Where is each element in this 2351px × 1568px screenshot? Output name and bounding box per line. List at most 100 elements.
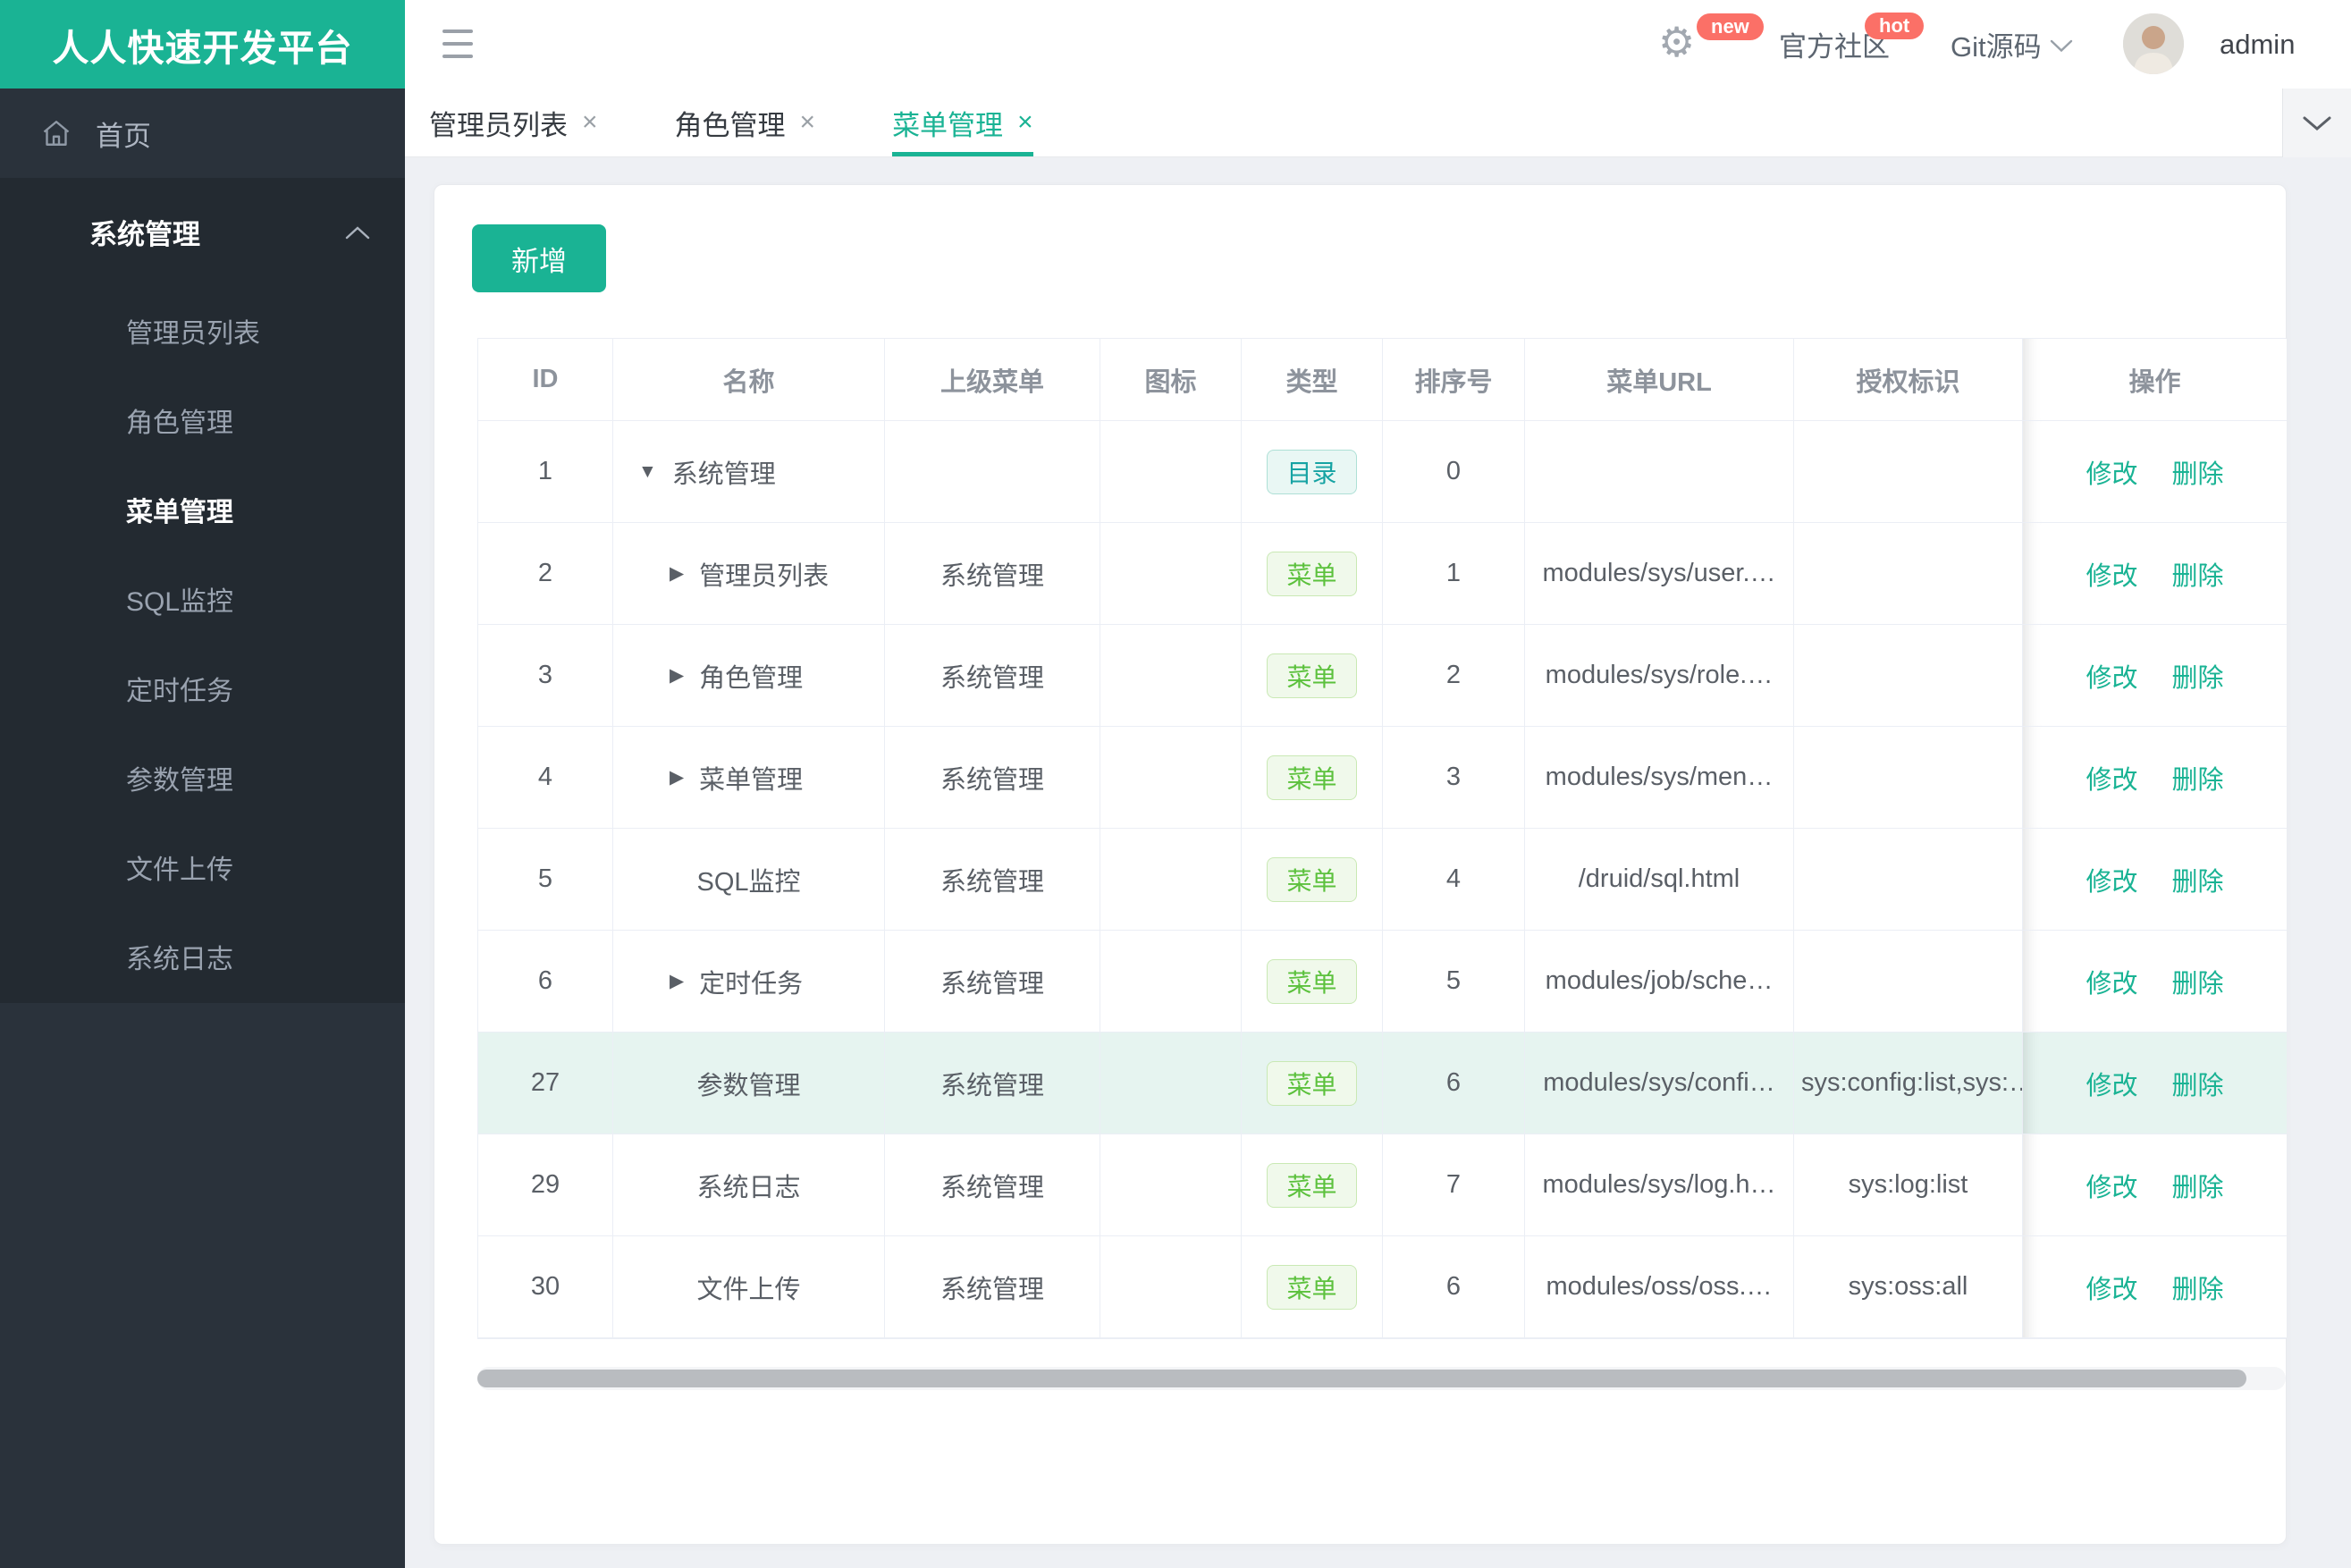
gear-icon[interactable]: ⚙ — [1658, 16, 1695, 70]
cell-url: /druid/sql.html — [1525, 829, 1794, 931]
table-header-cell: 菜单URL — [1525, 339, 1794, 421]
row-delete-link[interactable]: 删除 — [2172, 657, 2224, 695]
new-badge: new — [1697, 13, 1764, 40]
cell-id: 1 — [478, 421, 613, 523]
user-name[interactable]: admin — [2220, 0, 2295, 89]
collapse-arrow-icon[interactable]: ▼ — [638, 461, 657, 483]
cell-url: modules/sys/men… — [1525, 727, 1794, 829]
chevron-down-icon — [2050, 39, 2073, 53]
sidebar-item[interactable]: 菜单管理 — [0, 465, 405, 554]
expand-arrow-icon[interactable]: ▶ — [670, 766, 684, 788]
cell-type: 菜单 — [1242, 931, 1383, 1033]
cell-icon — [1100, 1236, 1242, 1338]
row-edit-link[interactable]: 修改 — [2086, 555, 2137, 593]
table-header-cell: 授权标识 — [1794, 339, 2023, 421]
content-card: 新增 ID 名称 上级菜单 图标 类型 排序号 菜单URL 授权标识 操作 1 ▼ 系统管理 目录 0 修改… — [434, 184, 2287, 1545]
tab-label: 菜单管理 — [892, 109, 1004, 141]
scrollbar-thumb[interactable] — [477, 1370, 2246, 1387]
menu-name-label: 菜单管理 — [699, 765, 804, 795]
menu-table: ID 名称 上级菜单 图标 类型 排序号 菜单URL 授权标识 操作 1 ▼ 系统管理 目录 0 修改 删除 2… — [477, 338, 2287, 1339]
tab-close-icon[interactable]: × — [1017, 107, 1033, 138]
sidebar-group-system[interactable]: 系统管理 — [0, 178, 405, 286]
row-delete-link[interactable]: 删除 — [2172, 861, 2224, 898]
cell-sort: 1 — [1383, 523, 1525, 625]
cell-parent: 系统管理 — [885, 625, 1100, 727]
sidebar-toggle-button[interactable] — [442, 30, 473, 58]
cell-sort: 3 — [1383, 727, 1525, 829]
cell-name[interactable]: ▶ 角色管理 — [613, 625, 885, 727]
cell-parent: 系统管理 — [885, 1033, 1100, 1134]
home-icon — [43, 121, 70, 146]
sidebar-item[interactable]: 参数管理 — [0, 733, 405, 822]
row-edit-link[interactable]: 修改 — [2086, 1065, 2137, 1102]
cell-perms — [1794, 523, 2023, 625]
cell-sort: 5 — [1383, 931, 1525, 1033]
expand-arrow-icon[interactable]: ▶ — [670, 664, 684, 687]
chevron-down-icon — [2303, 116, 2331, 131]
row-edit-link[interactable]: 修改 — [2086, 453, 2137, 491]
sidebar-item-home[interactable]: 首页 — [0, 89, 405, 178]
sidebar-item[interactable]: 系统日志 — [0, 912, 405, 1001]
row-delete-link[interactable]: 删除 — [2172, 555, 2224, 593]
row-delete-link[interactable]: 删除 — [2172, 1167, 2224, 1204]
cell-sort: 0 — [1383, 421, 1525, 523]
cell-name[interactable]: 文件上传 — [613, 1236, 885, 1338]
expand-arrow-icon[interactable]: ▶ — [670, 970, 684, 992]
row-edit-link[interactable]: 修改 — [2086, 657, 2137, 695]
row-delete-link[interactable]: 删除 — [2172, 1065, 2224, 1102]
cell-sort: 2 — [1383, 625, 1525, 727]
type-badge: 菜单 — [1267, 1162, 1357, 1208]
row-edit-link[interactable]: 修改 — [2086, 861, 2137, 898]
git-source-link[interactable]: Git源码 — [1951, 0, 2042, 89]
row-delete-link[interactable]: 删除 — [2172, 963, 2224, 1000]
tab[interactable]: 角色管理 × — [675, 89, 816, 156]
cell-icon — [1100, 727, 1242, 829]
cell-type: 菜单 — [1242, 1033, 1383, 1134]
row-edit-link[interactable]: 修改 — [2086, 759, 2137, 797]
cell-name[interactable]: 系统日志 — [613, 1134, 885, 1236]
chevron-up-icon — [345, 225, 370, 239]
sidebar-item[interactable]: 文件上传 — [0, 822, 405, 912]
sidebar-item[interactable]: 定时任务 — [0, 644, 405, 733]
row-delete-link[interactable]: 删除 — [2172, 1269, 2224, 1306]
cell-actions: 修改 删除 — [2023, 1236, 2287, 1338]
type-badge: 菜单 — [1267, 856, 1357, 902]
topbar: ⚙ new 官方社区 hot Git源码 admin — [405, 0, 2351, 89]
cell-name[interactable]: SQL监控 — [613, 829, 885, 931]
table-header-cell: 图标 — [1100, 339, 1242, 421]
cell-icon — [1100, 523, 1242, 625]
cell-name[interactable]: ▶ 管理员列表 — [613, 523, 885, 625]
cell-parent: 系统管理 — [885, 829, 1100, 931]
cell-name[interactable]: ▶ 菜单管理 — [613, 727, 885, 829]
row-delete-link[interactable]: 删除 — [2172, 453, 2224, 491]
menu-name-label: 文件上传 — [696, 1275, 801, 1304]
tabs-collapse-button[interactable] — [2282, 89, 2351, 157]
sidebar-submenu: 管理员列表 角色管理 菜单管理 SQL监控 定时任务 参数管理 文件上传 系统日志 — [0, 286, 405, 1001]
avatar[interactable] — [2123, 13, 2184, 74]
sidebar-item[interactable]: 角色管理 — [0, 375, 405, 465]
table-header-cell: ID — [478, 339, 613, 421]
cell-perms — [1794, 829, 2023, 931]
cell-perms — [1794, 421, 2023, 523]
cell-icon — [1100, 625, 1242, 727]
tab-close-icon[interactable]: × — [800, 107, 816, 138]
cell-actions: 修改 删除 — [2023, 421, 2287, 523]
row-delete-link[interactable]: 删除 — [2172, 759, 2224, 797]
row-edit-link[interactable]: 修改 — [2086, 963, 2137, 1000]
sidebar-item[interactable]: SQL监控 — [0, 554, 405, 644]
cell-name[interactable]: ▶ 定时任务 — [613, 931, 885, 1033]
cell-icon — [1100, 421, 1242, 523]
cell-name[interactable]: 参数管理 — [613, 1033, 885, 1134]
add-button[interactable]: 新增 — [472, 224, 606, 292]
cell-name[interactable]: ▼ 系统管理 — [613, 421, 885, 523]
cell-id: 30 — [478, 1236, 613, 1338]
cell-perms: sys:oss:all — [1794, 1236, 2023, 1338]
row-edit-link[interactable]: 修改 — [2086, 1167, 2137, 1204]
expand-arrow-icon[interactable]: ▶ — [670, 562, 684, 585]
row-edit-link[interactable]: 修改 — [2086, 1269, 2137, 1306]
sidebar-item[interactable]: 管理员列表 — [0, 286, 405, 375]
tab-close-icon[interactable]: × — [582, 107, 598, 138]
tab[interactable]: 菜单管理 × — [892, 89, 1033, 156]
tab[interactable]: 管理员列表 × — [429, 89, 598, 156]
cell-url: modules/sys/role.… — [1525, 625, 1794, 727]
